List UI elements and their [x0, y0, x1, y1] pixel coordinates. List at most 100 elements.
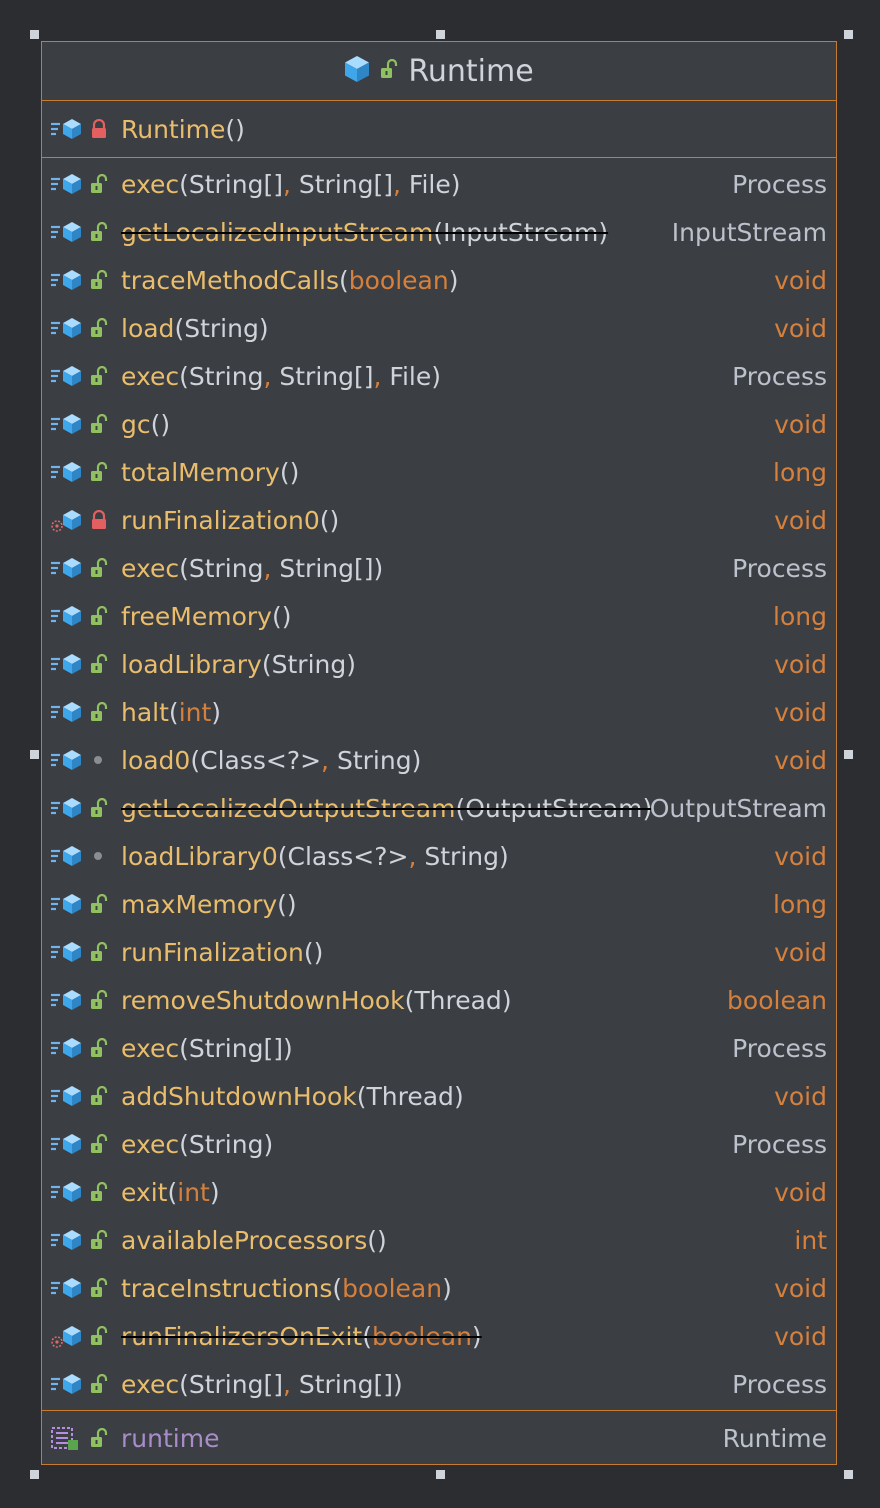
method-param-token: ( — [174, 313, 185, 343]
package-private-dot-icon — [90, 750, 108, 770]
public-unlock-icon — [90, 269, 108, 290]
method-row[interactable]: runFinalization() void — [42, 928, 836, 976]
public-unlock-icon — [90, 1373, 108, 1394]
method-param-token: ( — [356, 1081, 367, 1111]
method-name: removeShutdownHook — [121, 985, 405, 1015]
class-title: Runtime — [408, 53, 534, 89]
public-unlock-icon — [90, 605, 108, 626]
class-header[interactable]: Runtime — [42, 42, 836, 101]
method-param-token: ( — [455, 793, 466, 823]
method-param-token: Class<?> — [200, 745, 322, 775]
method-row[interactable]: exec(String[], String[]) Process — [42, 1360, 836, 1408]
method-row[interactable]: loadLibrary(String) void — [42, 640, 836, 688]
method-name: exec — [121, 1369, 180, 1399]
field-icon — [50, 1425, 84, 1451]
method-row[interactable]: addShutdownHook(Thread) void — [42, 1072, 836, 1120]
method-param-token: , — [263, 361, 280, 391]
public-unlock-icon — [90, 317, 108, 338]
method-param-token: ) — [453, 1081, 464, 1111]
method-row[interactable]: removeShutdownHook(Thread) boolean — [42, 976, 836, 1024]
method-row[interactable]: exec(String[], String[], File) Process — [42, 160, 836, 208]
method-param-token: String — [188, 1129, 264, 1159]
method-icon — [50, 1083, 84, 1109]
method-name: halt — [121, 697, 169, 727]
method-row[interactable]: gc() void — [42, 400, 836, 448]
selection-handle[interactable] — [30, 30, 39, 39]
selection-handle[interactable] — [30, 1470, 39, 1479]
method-row[interactable]: load(String) void — [42, 304, 836, 352]
selection-handle[interactable] — [436, 30, 445, 39]
method-row[interactable]: load0(Class<?>, String) void — [42, 736, 836, 784]
selection-handle[interactable] — [844, 1470, 853, 1479]
method-row[interactable]: runFinalizersOnExit(boolean) void — [42, 1312, 836, 1360]
method-icon — [50, 116, 84, 142]
method-row[interactable]: exec(String[]) Process — [42, 1024, 836, 1072]
method-icon — [50, 795, 84, 821]
method-signature: availableProcessors() — [121, 1226, 387, 1255]
uml-class-node[interactable]: Runtime Runtime() exec(String[], String[… — [41, 41, 837, 1465]
method-signature: exec(String, String[], File) — [121, 362, 441, 391]
selection-handle[interactable] — [30, 750, 39, 759]
method-signature: getLocalizedInputStream(InputStream) — [121, 218, 608, 247]
method-name: addShutdownHook — [121, 1081, 357, 1111]
selection-handle[interactable] — [844, 750, 853, 759]
method-param-token: ) — [498, 841, 509, 871]
method-param-token: ( — [433, 217, 444, 247]
method-row[interactable]: exec(String, String[]) Process — [42, 544, 836, 592]
method-icon — [50, 1179, 84, 1205]
constructor-row[interactable]: Runtime() — [42, 101, 836, 157]
method-row[interactable]: availableProcessors() int — [42, 1216, 836, 1264]
method-return-type: Process — [732, 169, 827, 199]
method-param-token: String[] — [188, 169, 283, 199]
public-unlock-icon — [90, 1085, 108, 1106]
method-param-token: () — [279, 457, 300, 487]
method-row[interactable]: traceMethodCalls(boolean) void — [42, 256, 836, 304]
method-row[interactable]: traceInstructions(boolean) void — [42, 1264, 836, 1312]
method-row[interactable]: totalMemory() long — [42, 448, 836, 496]
method-row[interactable]: halt(int) void — [42, 688, 836, 736]
method-row[interactable]: loadLibrary0(Class<?>, String) void — [42, 832, 836, 880]
method-param-token: , — [263, 553, 280, 583]
method-signature: exec(String, String[]) — [121, 554, 383, 583]
method-param-token: () — [319, 505, 340, 535]
method-row[interactable]: getLocalizedOutputStream(OutputStream) Ou… — [42, 784, 836, 832]
method-name: maxMemory — [121, 889, 278, 919]
method-row[interactable]: runFinalization0() void — [42, 496, 836, 544]
package-private-dot-icon — [90, 846, 108, 866]
method-param-token: ( — [190, 745, 201, 775]
method-return-type: long — [773, 601, 827, 631]
method-signature: loadLibrary(String) — [121, 650, 356, 679]
method-param-token: String[] — [279, 361, 374, 391]
method-param-token: ) — [501, 985, 512, 1015]
method-name: runFinalization0 — [121, 505, 320, 535]
method-signature: gc() — [121, 410, 170, 439]
method-param-token: File — [389, 361, 432, 391]
method-signature: runFinalization0() — [121, 506, 339, 535]
method-icon — [50, 315, 84, 341]
public-unlock-icon — [90, 221, 108, 242]
method-signature: exec(String[], String[], File) — [121, 170, 461, 199]
method-return-type: void — [774, 649, 827, 679]
method-signature: exit(int) — [121, 1178, 220, 1207]
method-return-type: boolean — [727, 985, 827, 1015]
method-icon — [50, 171, 84, 197]
method-row[interactable]: maxMemory() long — [42, 880, 836, 928]
method-param-token: ) — [346, 649, 356, 679]
method-signature: addShutdownHook(Thread) — [121, 1082, 464, 1111]
static-method-icon — [50, 507, 84, 533]
methods-section: exec(String[], String[], File) Process get… — [42, 158, 836, 1411]
public-unlock-icon — [90, 557, 108, 578]
method-param-token: , — [282, 1369, 299, 1399]
public-unlock-icon — [90, 1277, 108, 1298]
selection-handle[interactable] — [436, 1470, 445, 1479]
field-row[interactable]: runtime Runtime — [42, 1411, 836, 1465]
method-row[interactable]: exec(String, String[], File) Process — [42, 352, 836, 400]
method-row[interactable]: exit(int) void — [42, 1168, 836, 1216]
public-unlock-icon — [90, 413, 108, 434]
method-param-token: int — [178, 697, 212, 727]
method-param-token: () — [303, 937, 324, 967]
selection-handle[interactable] — [844, 30, 853, 39]
method-row[interactable]: freeMemory() long — [42, 592, 836, 640]
method-row[interactable]: exec(String) Process — [42, 1120, 836, 1168]
method-row[interactable]: getLocalizedInputStream(InputStream) Inpu… — [42, 208, 836, 256]
